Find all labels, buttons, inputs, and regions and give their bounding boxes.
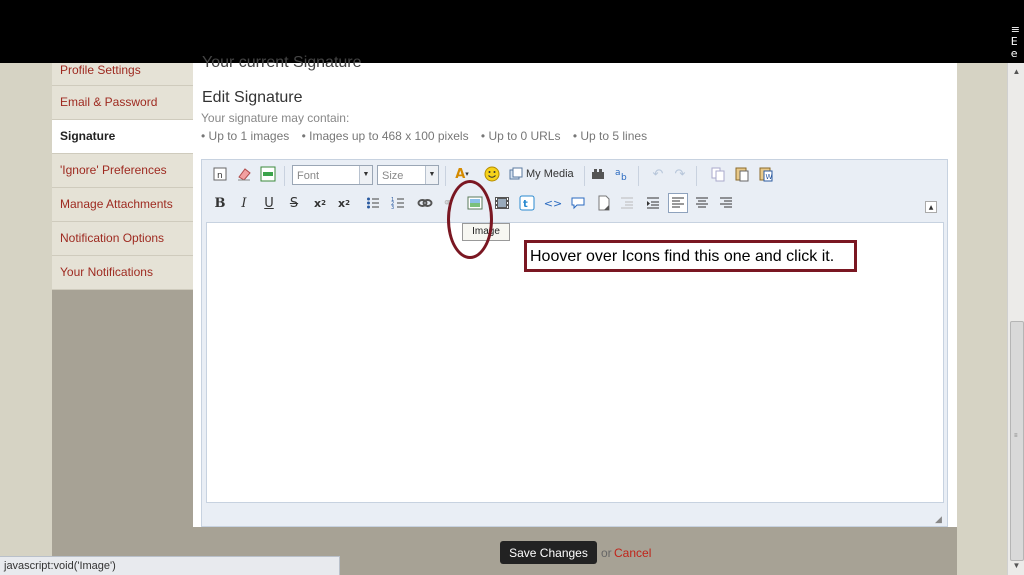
- image-tooltip: Image: [462, 223, 510, 241]
- source-icon[interactable]: n: [210, 164, 230, 184]
- twitter-icon[interactable]: t: [517, 193, 537, 213]
- svg-text:n: n: [217, 171, 223, 181]
- or-text: or: [601, 546, 612, 560]
- paste-word-icon[interactable]: W: [756, 164, 776, 184]
- current-signature-heading: Your current Signature: [202, 54, 362, 71]
- size-select[interactable]: Size ▼: [377, 165, 439, 185]
- underline-icon[interactable]: U: [259, 193, 279, 213]
- signature-rules: • Up to 1 images • Images up to 468 x 10…: [201, 129, 656, 143]
- align-right-icon[interactable]: [716, 193, 736, 213]
- sidebar-item-manage-attachments[interactable]: Manage Attachments: [52, 188, 193, 222]
- unlink-icon[interactable]: ⚭: [438, 193, 458, 213]
- eraser-icon[interactable]: [234, 164, 254, 184]
- my-media-label: My Media: [526, 168, 574, 180]
- page-icon[interactable]: [594, 193, 614, 213]
- browser-status-bar: javascript:void('Image'): [0, 556, 340, 575]
- edit-signature-heading: Edit Signature: [202, 89, 303, 106]
- toolbar-separator: [284, 166, 285, 186]
- translate-icon[interactable]: ab: [612, 164, 632, 184]
- quote-icon[interactable]: [568, 193, 588, 213]
- spellcheck-icon[interactable]: [588, 164, 608, 184]
- bold-icon[interactable]: B: [210, 193, 230, 213]
- top-black-bar: ≡ Ee: [0, 0, 1024, 63]
- svg-text:W: W: [766, 173, 773, 181]
- page-scrollbar[interactable]: ▲ ≡ ▼: [1007, 63, 1024, 575]
- undo-icon[interactable]: ↶: [648, 164, 668, 184]
- align-left-icon[interactable]: [668, 193, 688, 213]
- sidebar-item-email-password[interactable]: Email & Password: [52, 86, 193, 120]
- toolbar-separator: [638, 166, 639, 186]
- resize-handle-icon[interactable]: ◢: [935, 514, 945, 524]
- signature-content: Your current Signature Edit Signature Yo…: [193, 54, 957, 575]
- smiley-icon[interactable]: [482, 164, 502, 184]
- redo-icon[interactable]: ↷: [670, 164, 690, 184]
- rule-images-count: • Up to 1 images: [201, 129, 290, 143]
- toggle-wysiwyg-icon[interactable]: [258, 164, 278, 184]
- sidebar-item-signature[interactable]: Signature: [52, 120, 193, 154]
- text-color-icon[interactable]: A ▾: [452, 164, 472, 184]
- grip-icon: ≡: [1014, 433, 1018, 439]
- strikethrough-icon[interactable]: S: [284, 193, 304, 213]
- svg-text:a: a: [615, 168, 621, 178]
- bullet-list-icon[interactable]: [363, 193, 383, 213]
- copy-icon[interactable]: [708, 164, 728, 184]
- scroll-thumb[interactable]: ≡: [1010, 321, 1024, 561]
- indent-icon[interactable]: [617, 193, 637, 213]
- chevron-down-icon: ▼: [425, 166, 438, 184]
- align-center-icon[interactable]: [692, 193, 712, 213]
- window-edge-glyphs: ≡ Ee: [1010, 23, 1020, 60]
- signature-may-contain-label: Your signature may contain:: [201, 111, 350, 125]
- sidebar-item-profile-settings[interactable]: Profile Settings: [52, 63, 193, 86]
- toolbar-separator: [696, 166, 697, 186]
- size-select-value: Size: [382, 170, 404, 182]
- svg-text:3: 3: [391, 205, 394, 210]
- link-icon[interactable]: [415, 193, 435, 213]
- save-changes-button[interactable]: Save Changes: [500, 541, 597, 564]
- left-margin: [0, 63, 52, 575]
- scroll-up-icon[interactable]: ▲: [1008, 65, 1024, 79]
- settings-sidebar: Profile Settings Email & Password Signat…: [52, 63, 193, 575]
- cancel-link[interactable]: Cancel: [614, 546, 651, 560]
- toolbar-separator: [584, 166, 585, 186]
- italic-icon[interactable]: I: [234, 193, 254, 213]
- scroll-down-icon[interactable]: ▼: [1008, 559, 1024, 573]
- my-media-icon: [509, 167, 523, 180]
- svg-text:t: t: [523, 199, 528, 210]
- rule-lines: • Up to 5 lines: [572, 129, 648, 143]
- my-media-button[interactable]: My Media: [509, 167, 574, 181]
- font-select[interactable]: Font ▼: [292, 165, 373, 185]
- numbered-list-icon[interactable]: 123: [388, 193, 408, 213]
- right-margin: [957, 63, 1007, 575]
- sidebar-item-notification-options[interactable]: Notification Options: [52, 222, 193, 256]
- image-icon[interactable]: [465, 193, 485, 213]
- collapse-toolbar-icon[interactable]: ▲: [925, 201, 937, 213]
- toolbar-separator: [445, 166, 446, 186]
- annotation-callout: Hoover over Icons find this one and clic…: [524, 240, 857, 272]
- toolbar-row-1: n Font ▼ Size ▼ A ▾ My Media a b ↶ ↷ W: [202, 164, 947, 192]
- rule-image-size: • Images up to 468 x 100 pixels: [301, 129, 469, 143]
- rule-urls: • Up to 0 URLs: [480, 129, 561, 143]
- code-icon[interactable]: <>: [543, 193, 563, 213]
- outdent-icon[interactable]: [643, 193, 663, 213]
- font-select-value: Font: [297, 170, 320, 182]
- sidebar-item-your-notifications[interactable]: Your Notifications: [52, 256, 193, 290]
- paste-icon[interactable]: [732, 164, 752, 184]
- svg-text:b: b: [621, 173, 627, 182]
- superscript-icon[interactable]: x2: [334, 193, 354, 213]
- toolbar-row-2: B I U S x2 x2 123 ⚭ t <> ▲: [202, 193, 947, 221]
- subscript-icon[interactable]: x2: [310, 193, 330, 213]
- chevron-down-icon: ▼: [359, 166, 372, 184]
- video-icon[interactable]: [492, 193, 512, 213]
- sidebar-item-ignore-preferences[interactable]: 'Ignore' Preferences: [52, 154, 193, 188]
- signature-editor: n Font ▼ Size ▼ A ▾ My Media a b ↶ ↷ W B…: [201, 159, 948, 527]
